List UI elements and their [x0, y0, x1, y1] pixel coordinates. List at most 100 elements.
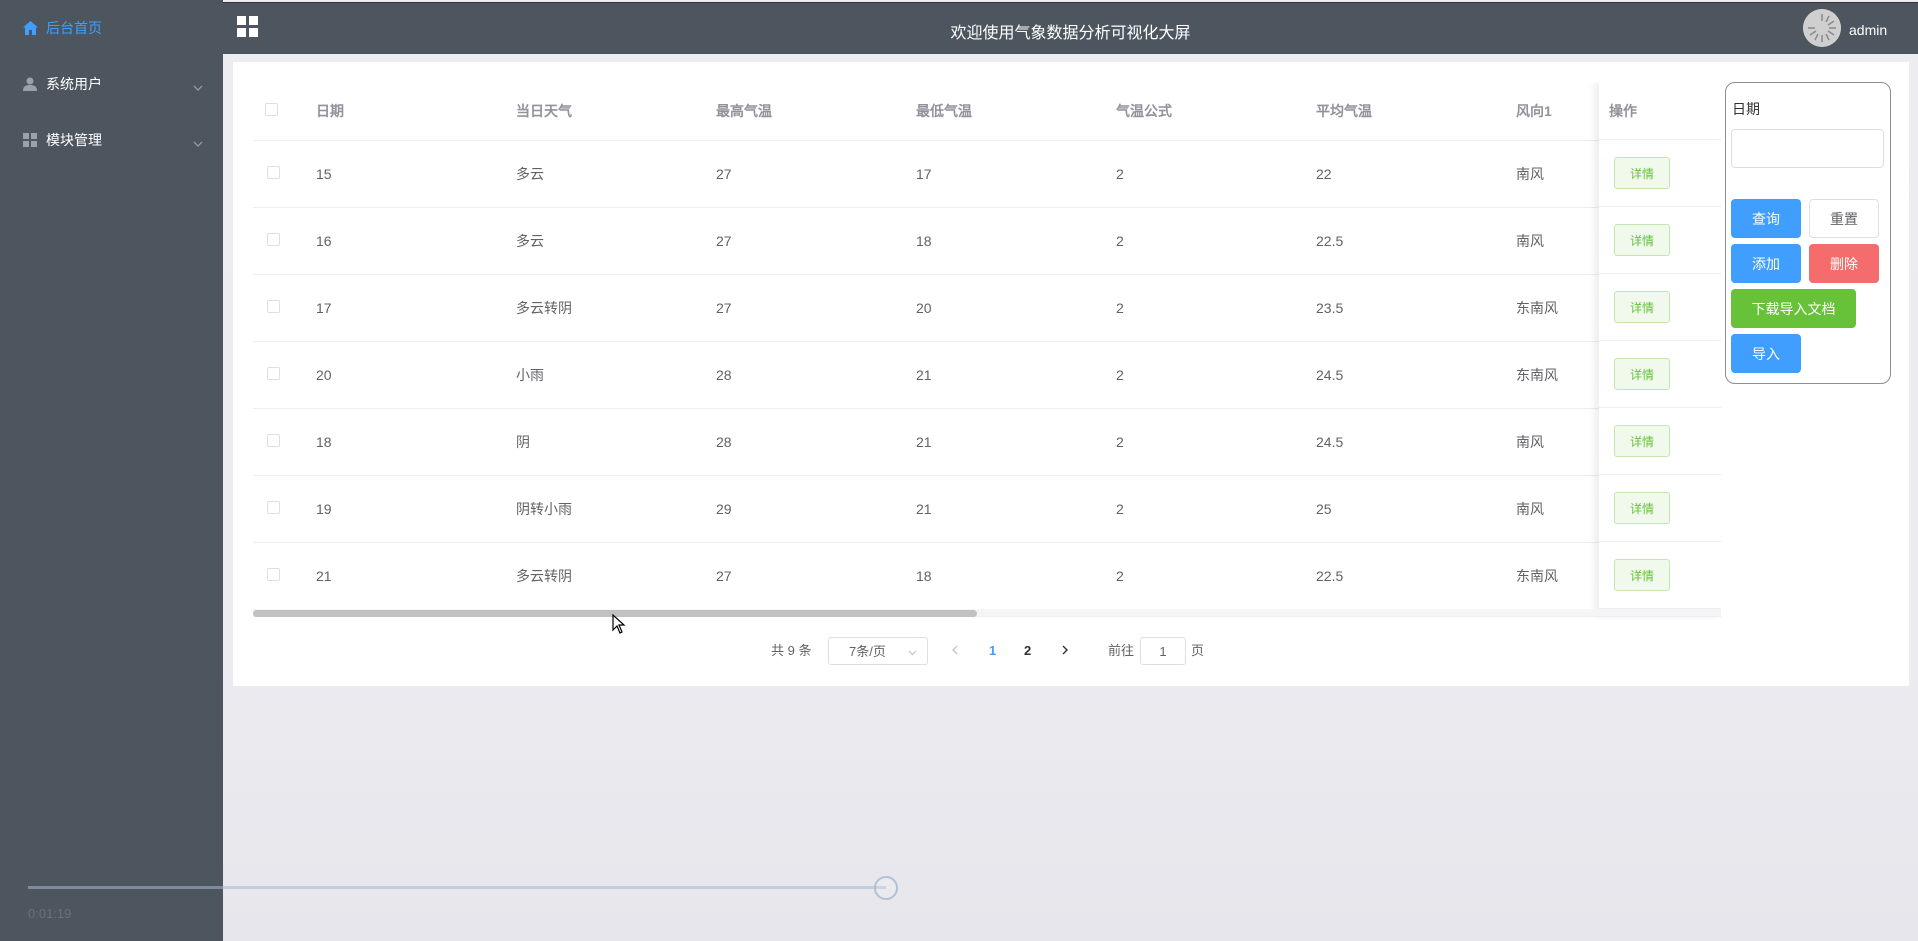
row-checkbox[interactable]: [267, 500, 280, 514]
detail-button[interactable]: 详情: [1614, 224, 1670, 256]
row-checkbox[interactable]: [267, 232, 280, 246]
cell-temp-formula: 2: [1116, 274, 1316, 342]
page-size-value: 7条/页: [849, 644, 886, 659]
video-time: 0:01:19: [28, 906, 72, 921]
cell-max-temp: 27: [716, 542, 916, 610]
cell-temp-formula: 2: [1116, 475, 1316, 543]
cell-temp-formula: 2: [1116, 140, 1316, 208]
mouse-cursor-icon: [612, 613, 626, 637]
chevron-down-icon: [193, 134, 203, 150]
cell-weather: 阴转小雨: [516, 475, 716, 543]
username[interactable]: admin: [1849, 22, 1887, 38]
grid-icon: [22, 132, 38, 148]
cell-avg-temp: 22: [1316, 140, 1516, 208]
sidebar-item-label: 系统用户: [46, 76, 102, 92]
cell-min-temp: 20: [916, 274, 1116, 342]
sidebar-item-label: 模块管理: [46, 132, 102, 148]
page-number-1[interactable]: 1: [989, 637, 996, 665]
cell-max-temp: 27: [716, 207, 916, 275]
cell-weather: 多云: [516, 140, 716, 208]
column-header[interactable]: 日期: [316, 82, 516, 141]
cell-avg-temp: 24.5: [1316, 341, 1516, 409]
row-checkbox[interactable]: [267, 165, 280, 179]
reset-button[interactable]: 重置: [1809, 199, 1879, 238]
column-header[interactable]: 最低气温: [916, 82, 1116, 141]
date-label: 日期: [1732, 101, 1760, 117]
table-row: 21 多云转阴 27 18 2 22.5 东南风: [253, 542, 1721, 610]
cell-weather: 多云: [516, 207, 716, 275]
detail-button[interactable]: 详情: [1614, 291, 1670, 323]
column-header[interactable]: 当日天气: [516, 82, 716, 141]
cell-date: 20: [316, 341, 516, 409]
sidebar-item-module-management[interactable]: 模块管理: [0, 112, 223, 168]
row-checkbox[interactable]: [267, 299, 280, 313]
cell-weather: 多云转阴: [516, 274, 716, 342]
row-checkbox[interactable]: [267, 567, 280, 581]
cell-avg-temp: 22.5: [1316, 207, 1516, 275]
column-header[interactable]: 平均气温: [1316, 82, 1516, 141]
sidebar-item-home[interactable]: 后台首页: [0, 0, 223, 56]
home-icon: [22, 20, 38, 36]
cell-avg-temp: 23.5: [1316, 274, 1516, 342]
import-button[interactable]: 导入: [1731, 334, 1801, 373]
main-card: 日期 当日天气 最高气温 最低气温 气温公式 平均气温 风向1 15 多云 27…: [233, 62, 1909, 686]
detail-button[interactable]: 详情: [1614, 157, 1670, 189]
detail-button[interactable]: 详情: [1614, 358, 1670, 390]
select-all-checkbox[interactable]: [265, 102, 278, 116]
avatar[interactable]: [1803, 9, 1841, 47]
cell-max-temp: 29: [716, 475, 916, 543]
table-row: 15 多云 27 17 2 22 南风: [253, 140, 1721, 208]
column-header[interactable]: 气温公式: [1116, 82, 1316, 141]
date-input[interactable]: [1731, 129, 1884, 168]
page-title: 欢迎使用气象数据分析可视化大屏: [950, 25, 1191, 42]
horizontal-scrollbar[interactable]: [253, 609, 1721, 617]
detail-button[interactable]: 详情: [1614, 492, 1670, 524]
cell-min-temp: 18: [916, 207, 1116, 275]
cell-min-temp: 21: [916, 475, 1116, 543]
pagination-total: 共 9 条: [771, 643, 812, 658]
download-template-button[interactable]: 下载导入文档: [1731, 289, 1856, 328]
row-checkbox[interactable]: [267, 366, 280, 380]
cell-date: 16: [316, 207, 516, 275]
page-size-select[interactable]: 7条/页: [828, 637, 928, 665]
goto-page-input[interactable]: 1: [1140, 637, 1186, 665]
cell-min-temp: 21: [916, 341, 1116, 409]
cell-date: 19: [316, 475, 516, 543]
cell-min-temp: 17: [916, 140, 1116, 208]
detail-button[interactable]: 详情: [1614, 559, 1670, 591]
table-row: 19 阴转小雨 29 21 2 25 南风: [253, 475, 1721, 543]
table-row: 20 小雨 28 21 2 24.5 东南风: [253, 341, 1721, 409]
delete-button[interactable]: 删除: [1809, 244, 1879, 283]
cell-temp-formula: 2: [1116, 542, 1316, 610]
video-progress-track[interactable]: [28, 886, 886, 889]
cell-date: 21: [316, 542, 516, 610]
detail-button[interactable]: 详情: [1614, 425, 1670, 457]
cell-max-temp: 27: [716, 140, 916, 208]
cell-date: 18: [316, 408, 516, 476]
cell-avg-temp: 25: [1316, 475, 1516, 543]
cell-max-temp: 27: [716, 274, 916, 342]
goto-label: 前往: [1108, 643, 1135, 658]
cell-temp-formula: 2: [1116, 207, 1316, 275]
prev-page-button[interactable]: [951, 637, 959, 665]
user-icon: [22, 76, 38, 92]
add-button[interactable]: 添加: [1731, 244, 1801, 283]
sidebar-item-system-users[interactable]: 系统用户: [0, 56, 223, 112]
cell-min-temp: 18: [916, 542, 1116, 610]
sidebar: 后台首页 系统用户 模块管理: [0, 0, 223, 941]
table-row: 18 阴 28 21 2 24.5 南风: [253, 408, 1721, 476]
pagination: 共 9 条 7条/页 1 2 前往 1 页: [233, 637, 1909, 665]
row-checkbox[interactable]: [267, 433, 280, 447]
next-page-button[interactable]: [1061, 637, 1069, 665]
cell-avg-temp: 24.5: [1316, 408, 1516, 476]
cell-date: 17: [316, 274, 516, 342]
chevron-down-icon: [908, 638, 917, 666]
page-number-2[interactable]: 2: [1024, 637, 1031, 665]
chevron-down-icon: [193, 78, 203, 94]
table-header-row: 日期 当日天气 最高气温 最低气温 气温公式 平均气温 风向1: [253, 82, 1721, 141]
cell-min-temp: 21: [916, 408, 1116, 476]
video-progress-knob[interactable]: [874, 876, 898, 900]
column-header[interactable]: 最高气温: [716, 82, 916, 141]
cell-temp-formula: 2: [1116, 408, 1316, 476]
query-button[interactable]: 查询: [1731, 199, 1801, 238]
